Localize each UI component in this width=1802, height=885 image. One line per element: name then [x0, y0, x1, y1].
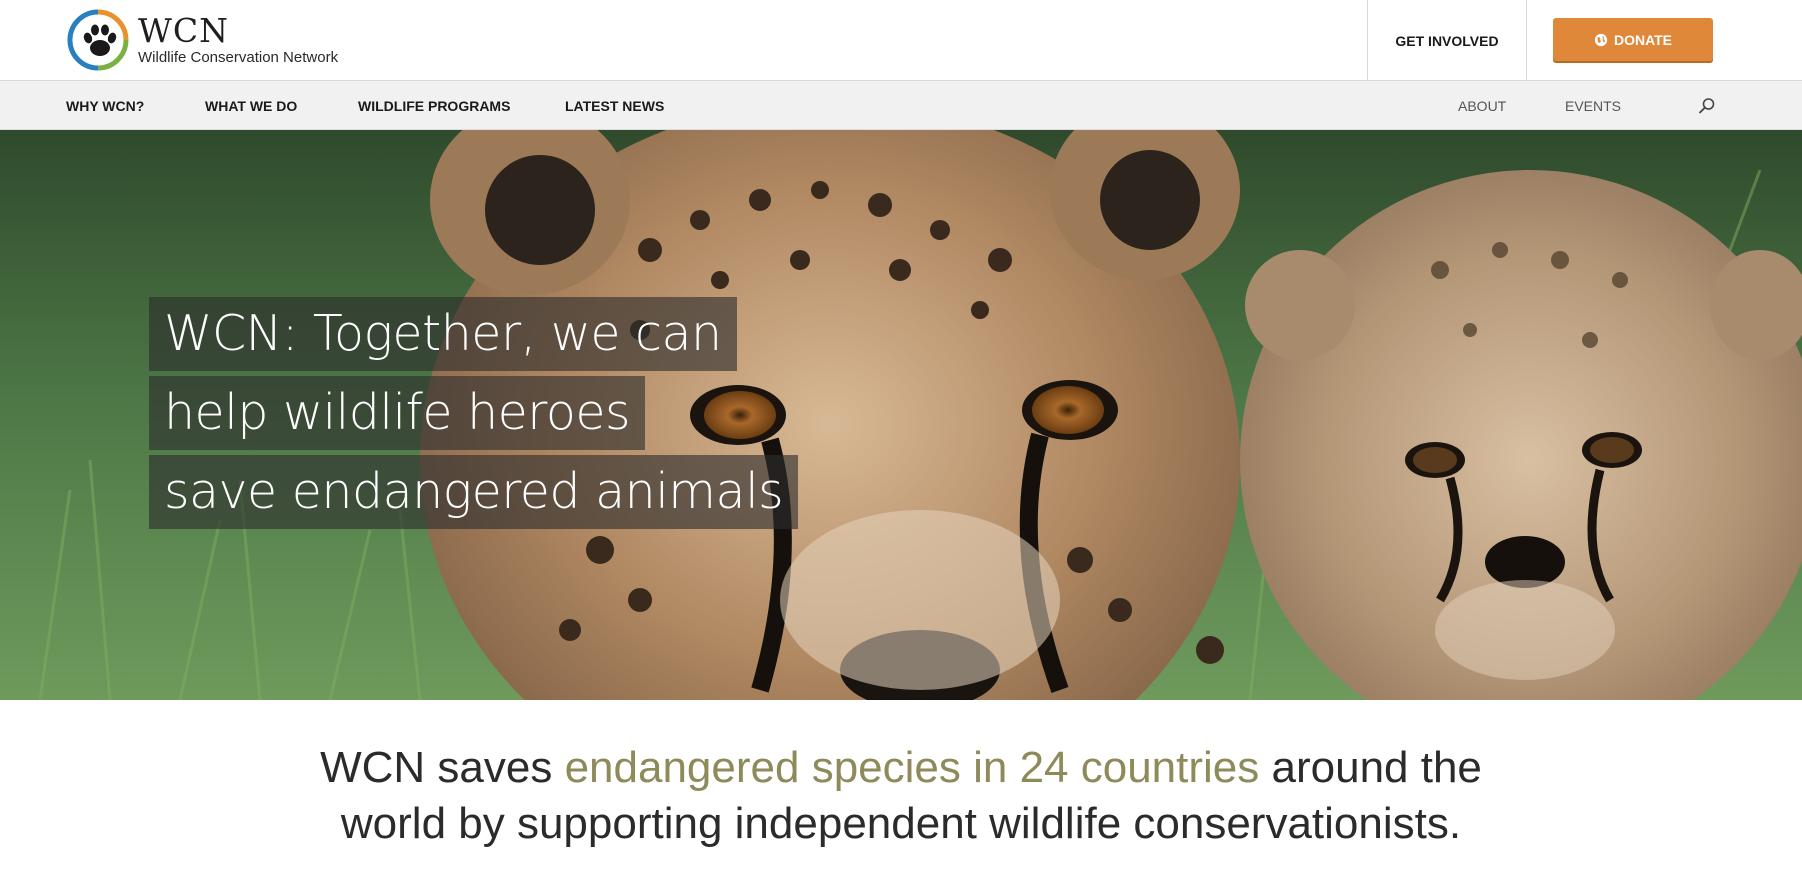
mission-line-1: WCN saves endangered species in 24 count… [0, 740, 1802, 796]
donate-label: DONATE [1613, 31, 1673, 48]
site-logo[interactable]: WCN Wildlife Conservation Network [66, 6, 338, 74]
get-involved-link[interactable]: GET INVOLVED [1367, 0, 1527, 81]
nav-latest-news[interactable]: LATEST NEWS [565, 81, 664, 130]
mission-statement: WCN saves endangered species in 24 count… [0, 740, 1802, 852]
mission-text-end: around the [1259, 743, 1482, 792]
main-nav: WHY WCN? WHAT WE DO WILDLIFE PROGRAMS LA… [0, 81, 1802, 130]
hero-headline-line-1: WCN: Together, we can [149, 297, 737, 371]
mission-text-start: WCN saves [320, 743, 565, 792]
nav-about[interactable]: ABOUT [1458, 81, 1506, 130]
nav-why-wcn[interactable]: WHY WCN? [66, 81, 144, 130]
mission-highlight-link[interactable]: endangered species in 24 countries [565, 743, 1260, 792]
hero-headline-line-2: help wildlife heroes [149, 376, 646, 450]
search-icon[interactable] [1697, 96, 1717, 116]
hero-headline-line-3: save endangered animals [149, 455, 799, 529]
donate-button[interactable]: DONATE [1553, 18, 1713, 61]
logo-tagline: Wildlife Conservation Network [138, 48, 339, 66]
mission-line-2: world by supporting independent wildlife… [340, 799, 1462, 848]
hero-banner: WCN: Together, we can help wildlife hero… [0, 130, 1802, 700]
globe-icon [1594, 33, 1608, 46]
nav-what-we-do[interactable]: WHAT WE DO [205, 81, 297, 130]
nav-events[interactable]: EVENTS [1565, 81, 1621, 130]
nav-wildlife-programs[interactable]: WILDLIFE PROGRAMS [358, 81, 510, 130]
paw-logo-icon [67, 9, 129, 71]
logo-name: WCN [138, 10, 230, 50]
site-header: WCN Wildlife Conservation Network GET IN… [0, 0, 1802, 81]
